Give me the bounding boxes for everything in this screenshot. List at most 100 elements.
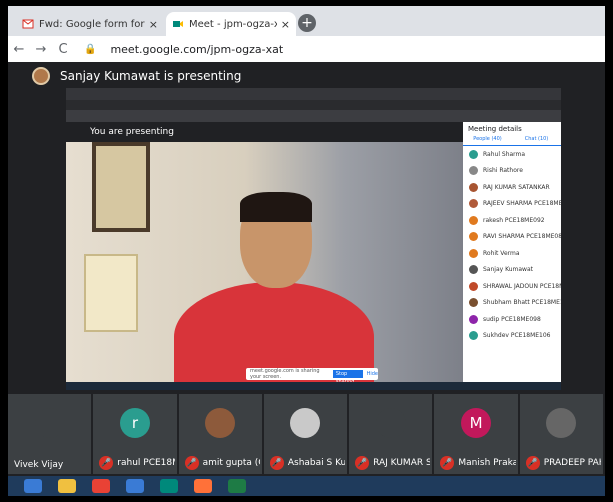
presenter-avatar (32, 67, 50, 85)
participant-photo-avatar (290, 408, 321, 438)
participant-avatar (469, 149, 478, 159)
tab-people[interactable]: People (40) (463, 136, 512, 145)
participant-row[interactable]: Rahul Sharma (463, 146, 561, 163)
presenter-shirt (174, 282, 374, 382)
windows-start-icon[interactable] (24, 479, 42, 493)
hide-button[interactable]: Hide (367, 371, 378, 377)
you-are-presenting-label: You are presenting (66, 122, 463, 142)
presenter-person (174, 192, 374, 382)
panel-tabs: People (40) Chat (10) (463, 136, 561, 146)
url-field[interactable]: meet.google.com/jpm-ogza-xat (110, 43, 283, 56)
participant-tile[interactable]: 🎤RAJ KUMAR SA... (349, 394, 433, 474)
tab-bar: Fwd: Google form for feedback A × Meet -… (8, 6, 605, 36)
tile-name: Manish Prakash (458, 458, 516, 468)
back-button[interactable]: ← (8, 42, 30, 57)
shared-screen: You are presenting meet.google.com is sh… (66, 88, 561, 390)
notepad-icon[interactable] (126, 479, 144, 493)
participant-avatar (469, 331, 478, 341)
panel-title: Meeting details (468, 125, 522, 133)
participant-row[interactable]: Rohit Verma (463, 245, 561, 262)
tab-chat[interactable]: Chat (10) (512, 136, 561, 145)
presenter-hair (240, 192, 312, 222)
file-explorer-icon[interactable] (58, 479, 76, 493)
participant-avatar (469, 232, 478, 242)
tile-name: RAJ KUMAR SA... (373, 458, 431, 468)
stop-sharing-button[interactable]: Stop sharing (332, 370, 363, 382)
participant-row[interactable]: SHRAWAL JADOUN PCE18M (463, 278, 561, 295)
participant-row[interactable]: Shubham Bhatt PCE18ME1 (463, 295, 561, 312)
mic-muted-icon: 🎤 (184, 456, 199, 470)
participant-tile[interactable]: r 🎤rahul PCE18ME... (93, 394, 177, 474)
participant-row[interactable]: Sukhdev PCE18ME106 (463, 328, 561, 345)
tab-gmail[interactable]: Fwd: Google form for feedback A × (16, 12, 164, 36)
participant-avatar (469, 314, 478, 324)
wall-poster (84, 254, 138, 332)
participant-tile[interactable]: 🎤PRADEEP PAH... (519, 394, 603, 474)
participant-name: Rishi Rathore (483, 167, 523, 175)
participant-name: rakesh PCE18ME092 (483, 216, 545, 224)
participant-avatar (469, 248, 478, 258)
tile-name-bar: 🎤PRADEEP PAH... (525, 456, 601, 470)
mic-muted-icon: 🎤 (440, 456, 455, 470)
participant-row[interactable]: Sanjay Kumawat (463, 262, 561, 279)
participant-photo-avatar (205, 408, 236, 438)
tile-name-bar: 🎤amit gupta (Chi... (184, 456, 260, 470)
presenter-banner: Sanjay Kumawat is presenting (8, 62, 605, 90)
participant-avatar (469, 281, 478, 291)
participant-initial-avatar: M (461, 408, 492, 438)
participant-tile[interactable]: Vivek Vijay (8, 394, 92, 474)
participant-name: Sanjay Kumawat (483, 266, 533, 274)
excel-icon[interactable] (228, 479, 246, 493)
participant-tiles: Vivek Vijayr🎤rahul PCE18ME...🎤amit gupta… (8, 394, 605, 474)
browser-window: Fwd: Google form for feedback A × Meet -… (8, 6, 605, 496)
participant-photo-avatar (546, 408, 577, 438)
tile-name-bar: Vivek Vijay (14, 460, 89, 470)
participant-name: Rohit Verma (483, 249, 520, 257)
participant-row[interactable]: Rishi Rathore (463, 163, 561, 180)
tab-title: Fwd: Google form for feedback A (39, 18, 145, 30)
os-taskbar (8, 476, 605, 496)
close-tab-icon[interactable]: × (149, 18, 158, 31)
gmail-icon (22, 19, 34, 29)
tile-name-bar: 🎤rahul PCE18ME... (99, 456, 175, 470)
participant-name: sudip PCE18ME098 (483, 315, 541, 323)
tile-name-bar: 🎤Ashabai S Kum... (269, 456, 346, 470)
new-tab-button[interactable]: + (298, 14, 316, 32)
sharing-notice-text: meet.google.com is sharing your screen. (250, 368, 320, 380)
participant-row[interactable]: RAVI SHARMA PCE18ME08 (463, 229, 561, 246)
participant-name: RAJ KUMAR SATANKAR (483, 183, 550, 191)
participant-row[interactable]: sudip PCE18ME098 (463, 311, 561, 328)
forward-button[interactable]: → (30, 42, 52, 57)
tab-title: Meet - jpm-ogza-xat (189, 18, 277, 30)
mic-muted-icon: 🎤 (525, 456, 540, 470)
close-tab-icon[interactable]: × (281, 18, 290, 31)
participant-photo-avatar (375, 408, 406, 438)
chrome-icon[interactable] (92, 479, 110, 493)
participant-row[interactable]: rakesh PCE18ME092 (463, 212, 561, 229)
mic-muted-icon: 🎤 (355, 456, 370, 470)
meeting-details-panel: Meeting details People (40) Chat (10) Ra… (463, 122, 561, 382)
participant-name: SHRAWAL JADOUN PCE18M (483, 282, 561, 290)
participant-name: Shubham Bhatt PCE18ME1 (483, 299, 561, 307)
participant-tile[interactable]: 🎤Ashabai S Kum... (263, 394, 348, 474)
address-bar: ← → C 🔒 meet.google.com/jpm-ogza-xat (8, 36, 605, 62)
reload-button[interactable]: C (52, 42, 74, 57)
meet-icon (173, 21, 183, 27)
tile-name-bar: 🎤RAJ KUMAR SA... (355, 456, 430, 470)
participant-tile[interactable]: M 🎤Manish Prakash (434, 394, 518, 474)
participant-tile[interactable]: 🎤amit gupta (Chi... (178, 394, 262, 474)
tab-meet[interactable]: Meet - jpm-ogza-xat × (166, 12, 296, 36)
tile-name: PRADEEP PAH... (543, 458, 601, 468)
participant-avatar (469, 182, 478, 192)
tile-name: Ashabai S Kum... (287, 458, 346, 468)
tile-name: amit gupta (Chi... (202, 458, 260, 468)
meet-icon[interactable] (160, 479, 178, 493)
shared-bookmarks-bar (66, 110, 561, 122)
participant-avatar (469, 199, 478, 209)
participant-row[interactable]: RAJ KUMAR SATANKAR (463, 179, 561, 196)
participant-list: Rahul Sharma Rishi Rathore RAJ KUMAR SATAN… (463, 146, 561, 344)
firefox-icon[interactable] (194, 479, 212, 493)
participant-avatar (469, 215, 478, 225)
participant-avatar (469, 265, 478, 275)
participant-row[interactable]: RAJEEV SHARMA PCE18ME0 (463, 196, 561, 213)
